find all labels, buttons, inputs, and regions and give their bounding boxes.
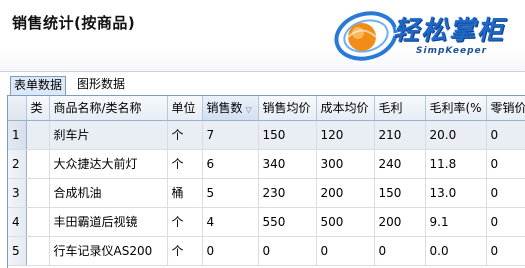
cell-sales-qty: 5 — [202, 178, 259, 208]
cell-unit: 个 — [167, 236, 203, 266]
cell-margin-rate: 9.1 — [425, 207, 487, 237]
column-header-product-name[interactable]: 商品名称/类名称 — [49, 96, 168, 121]
column-header-gross-profit[interactable]: 毛利 — [374, 96, 426, 121]
logo-swirl-icon — [334, 11, 398, 61]
row-number: 5 — [8, 236, 27, 266]
sales-grid[interactable]: 类 商品名称/类名称 单位 销售数 ▽ 销售均价 成本均价 毛利 毛利率(% 零销… — [7, 95, 525, 268]
cell-category — [26, 236, 50, 266]
cell-product-name: 行车记录仪AS200 — [49, 236, 168, 266]
cell-gross-profit: 240 — [374, 149, 426, 179]
row-number: 1 — [8, 120, 27, 150]
row-number: 3 — [8, 178, 27, 208]
column-header-margin-rate[interactable]: 毛利率(% — [425, 96, 487, 121]
table-row[interactable]: 5 行车记录仪AS200 个 0 0 0 0 0.0 0 — [8, 236, 525, 266]
cell-margin-rate: 20.0 — [425, 120, 487, 150]
cell-margin-rate: 0.0 — [425, 236, 487, 266]
cell-margin-rate: 13.0 — [425, 178, 487, 208]
cell-product-name: 丰田霸道后视镜 — [49, 207, 168, 237]
sales-table: 类 商品名称/类名称 单位 销售数 ▽ 销售均价 成本均价 毛利 毛利率(% 零销… — [8, 96, 525, 266]
cell-gross-profit: 150 — [374, 178, 426, 208]
cell-category — [26, 149, 50, 179]
table-header-row: 类 商品名称/类名称 单位 销售数 ▽ 销售均价 成本均价 毛利 毛利率(% 零销… — [8, 96, 525, 121]
cell-sales-qty: 7 — [202, 120, 259, 150]
cell-retail-price: 0 — [486, 207, 525, 237]
tab-bar: 表单数据 图形数据 — [0, 72, 525, 95]
cell-gross-profit: 210 — [374, 120, 426, 150]
cell-avg-cost: 300 — [316, 149, 375, 179]
cell-retail-price: 0 — [486, 120, 525, 150]
column-header-retail-price[interactable]: 零销价 — [486, 96, 525, 121]
cell-avg-price: 0 — [258, 236, 317, 266]
column-header-sales-qty[interactable]: 销售数 ▽ — [202, 96, 259, 121]
table-row[interactable]: 1 刹车片 个 7 150 120 210 20.0 0 — [8, 120, 525, 150]
column-header-avg-cost[interactable]: 成本均价 — [316, 96, 375, 121]
cell-product-name: 合成机油 — [49, 178, 168, 208]
cell-avg-cost: 120 — [316, 120, 375, 150]
cell-category — [26, 120, 50, 150]
cell-gross-profit: 200 — [374, 207, 426, 237]
cell-margin-rate: 11.8 — [425, 149, 487, 179]
cell-product-name: 大众捷达大前灯 — [49, 149, 168, 179]
cell-sales-qty: 4 — [202, 207, 259, 237]
cell-avg-price: 550 — [258, 207, 317, 237]
cell-unit: 个 — [167, 120, 203, 150]
cell-retail-price: 0 — [486, 236, 525, 266]
column-header-avg-price[interactable]: 销售均价 — [258, 96, 317, 121]
cell-sales-qty: 0 — [202, 236, 259, 266]
tab-chart-data[interactable]: 图形数据 — [74, 76, 128, 94]
cell-unit: 桶 — [167, 178, 203, 208]
cell-avg-price: 150 — [258, 120, 317, 150]
sort-desc-icon: ▽ — [245, 105, 252, 115]
row-number: 4 — [8, 207, 27, 237]
cell-retail-price: 0 — [486, 178, 525, 208]
cell-unit: 个 — [167, 207, 203, 237]
row-number: 2 — [8, 149, 27, 179]
column-header-sales-qty-label: 销售数 — [206, 101, 243, 116]
column-header-category[interactable]: 类 — [26, 96, 50, 121]
logo-subtitle: SimpKeeper — [416, 46, 488, 56]
table-row[interactable]: 2 大众捷达大前灯 个 6 340 300 240 11.8 0 — [8, 149, 525, 179]
cell-product-name: 刹车片 — [49, 120, 168, 150]
table-row[interactable]: 4 丰田霸道后视镜 个 4 550 500 200 9.1 0 — [8, 207, 525, 237]
cell-retail-price: 0 — [486, 149, 525, 179]
cell-avg-price: 340 — [258, 149, 317, 179]
cell-unit: 个 — [167, 149, 203, 179]
cell-avg-price: 230 — [258, 178, 317, 208]
cell-category — [26, 178, 50, 208]
table-row[interactable]: 3 合成机油 桶 5 230 200 150 13.0 0 — [8, 178, 525, 208]
cell-avg-cost: 0 — [316, 236, 375, 266]
cell-category — [26, 207, 50, 237]
cell-avg-cost: 500 — [316, 207, 375, 237]
cell-sales-qty: 6 — [202, 149, 259, 179]
cell-gross-profit: 0 — [374, 236, 426, 266]
cell-avg-cost: 200 — [316, 178, 375, 208]
column-header-unit[interactable]: 单位 — [167, 96, 203, 121]
logo-text: 轻松掌柜 — [393, 16, 506, 46]
page-title: 销售统计(按商品) — [12, 14, 136, 32]
tab-form-data[interactable]: 表单数据 — [10, 76, 67, 95]
report-header: 销售统计(按商品) 轻松掌柜 SimpKeeper — [0, 0, 525, 72]
logo: 轻松掌柜 SimpKeeper — [330, 4, 525, 68]
row-header-corner — [8, 96, 27, 121]
